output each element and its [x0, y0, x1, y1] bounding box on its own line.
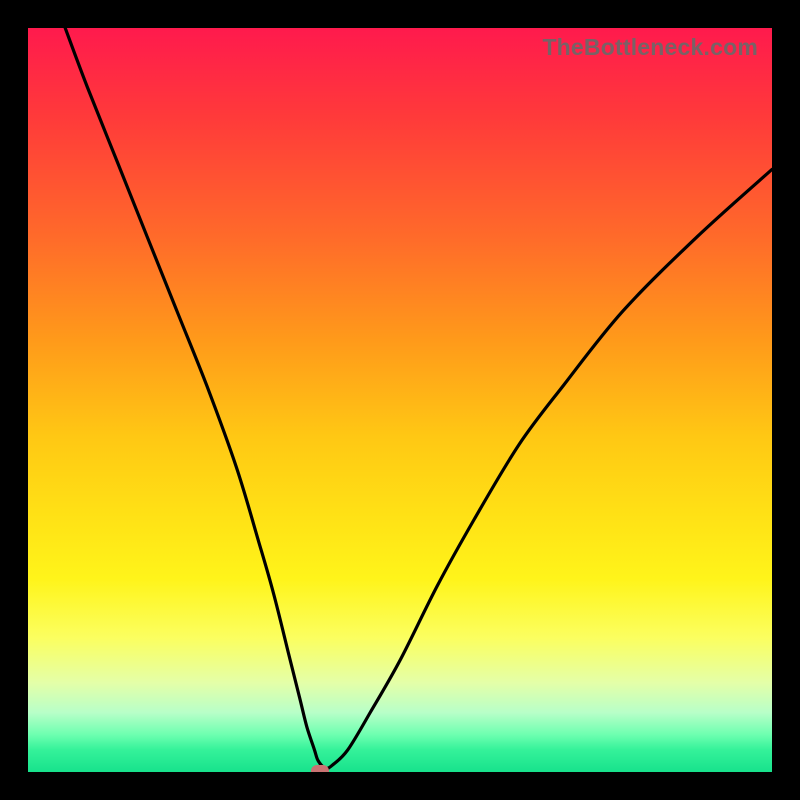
plot-area: TheBottleneck.com — [28, 28, 772, 772]
optimal-point-marker — [311, 765, 329, 773]
chart-frame: TheBottleneck.com — [0, 0, 800, 800]
bottleneck-curve — [28, 28, 772, 772]
